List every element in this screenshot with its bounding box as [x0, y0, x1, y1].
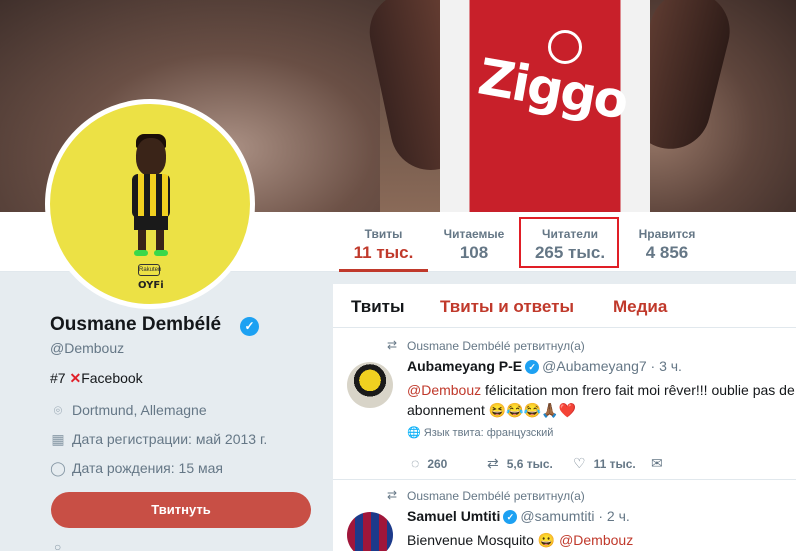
- verified-icon: ✓: [503, 510, 518, 524]
- nav-following-value: 108: [459, 243, 489, 262]
- tweet-author-screen: @Aubameyang7 · 3 ч.: [542, 358, 682, 374]
- avatar-figure-leg-left: [138, 230, 146, 252]
- avatar-figure-shorts: [134, 216, 168, 230]
- timeline-tabs: Твиты Твиты и ответы Медиа: [333, 284, 796, 328]
- tab-media[interactable]: Медиа: [613, 297, 667, 317]
- avatar-figure-shoe-right: [154, 250, 168, 256]
- retweet-icon: ⇄: [387, 488, 398, 502]
- tweet-language-text: Язык твита: французский: [423, 427, 554, 439]
- nav-likes-label: Нравится: [638, 227, 696, 241]
- nav-tweets-value: 11 тыс.: [353, 243, 414, 262]
- tweet-author-name: Samuel Umtiti: [407, 508, 501, 524]
- profile-handle[interactable]: @Dembouz: [50, 340, 124, 356]
- nav-likes-value: 4 856: [645, 243, 689, 262]
- nav-tweets-label: Твиты: [364, 227, 403, 241]
- tweet-author[interactable]: Samuel Umtiti ✓ @samumtiti · 2 ч.: [407, 508, 630, 524]
- tweet-text-line2: abonnement 😆😂😂🙏🏾❤️: [407, 402, 576, 418]
- balloon-icon: ◯: [50, 460, 66, 476]
- direct-message-button[interactable]: ✉: [651, 455, 671, 472]
- tweet-item[interactable]: ⇄ Ousmane Dembélé ретвитнул(а) Aubameyan…: [333, 328, 796, 478]
- tweet-language[interactable]: 🌐 Язык твита: французский: [407, 426, 553, 439]
- avatar-figure-head: [136, 138, 166, 176]
- tweet-author-avatar[interactable]: [347, 512, 393, 551]
- tweet-to-button[interactable]: Твитнуть: [51, 492, 311, 528]
- tweet-text: Bienvenue Mosquito 😀 @Dembouz: [407, 530, 633, 550]
- reply-icon: ◌: [411, 455, 420, 471]
- calendar-icon: ▦: [51, 431, 65, 447]
- verified-icon: ✓: [240, 317, 259, 336]
- more-meta-icon: ○: [54, 540, 62, 551]
- birthday-text: Дата рождения: 15 мая: [72, 460, 223, 476]
- nav-following-label: Читаемые: [443, 227, 505, 241]
- reply-button[interactable]: ◌ 260: [411, 455, 447, 471]
- retweet-line[interactable]: Ousmane Dembélé ретвитнул(а): [407, 339, 585, 353]
- location-text: Dortmund, Allemagne: [72, 402, 207, 418]
- avatar-figure-shoe-left: [134, 250, 148, 256]
- location-icon: ⌾: [53, 402, 63, 418]
- avatar-figure-jersey: [132, 174, 170, 218]
- profile-avatar[interactable]: Rakuten OYFi: [45, 99, 255, 309]
- profile-location: ⌾ Dortmund, Allemagne: [50, 402, 207, 419]
- heart-icon: ♡: [573, 455, 586, 471]
- tweet-author[interactable]: Aubameyang P-E ✓ @Aubameyang7 · 3 ч.: [407, 358, 682, 374]
- followers-highlight-box: [519, 217, 619, 268]
- like-count: 11 тыс.: [593, 457, 636, 471]
- avatar-figure-leg-right: [156, 230, 164, 252]
- tweet-mention[interactable]: @Dembouz: [559, 532, 633, 548]
- reply-count: 260: [427, 457, 448, 471]
- tab-tweets[interactable]: Твиты: [351, 297, 404, 317]
- retweet-count: 5,6 тыс.: [506, 457, 553, 471]
- timeline: Твиты Твиты и ответы Медиа ⇄ Ousmane Dem…: [333, 284, 796, 551]
- profile-name: Ousmane Dembélé: [50, 314, 222, 335]
- bio-prefix: #7: [50, 370, 70, 386]
- retweet-button[interactable]: ⇄ 5,6 тыс.: [487, 455, 553, 472]
- profile-birthday: ◯ Дата рождения: 15 мая: [50, 460, 223, 477]
- tweet-author-name: Aubameyang P-E: [407, 358, 523, 374]
- tweet-author-avatar[interactable]: [347, 362, 393, 408]
- tweet-mention[interactable]: @Dembouz: [407, 382, 481, 398]
- tab-tweets-replies[interactable]: Твиты и ответы: [440, 297, 574, 317]
- tweet-item[interactable]: ⇄ Ousmane Dembélé ретвитнул(а) Samuel Um…: [333, 480, 796, 551]
- tweet-text: @Dembouz félicitation mon frero fait moi…: [407, 380, 795, 400]
- joined-text: Дата регистрации: май 2013 г.: [72, 431, 268, 447]
- tweet-text-line1: félicitation mon frero fait moi rêver!!!…: [481, 382, 795, 398]
- profile-joined: ▦ Дата регистрации: май 2013 г.: [50, 431, 267, 448]
- like-button[interactable]: ♡ 11 тыс.: [573, 455, 636, 472]
- profile-bio: #7 ✕Facebook: [50, 370, 143, 387]
- nav-likes[interactable]: Нравится 4 856: [628, 212, 706, 272]
- nav-following[interactable]: Читаемые 108: [434, 212, 514, 272]
- tweet-author-screen: @samumtiti · 2 ч.: [520, 508, 630, 524]
- nav-tweets[interactable]: Твиты 11 тыс.: [339, 212, 428, 272]
- avatar-logo-small: Rakuten: [138, 264, 161, 276]
- globe-icon: 🌐: [407, 427, 421, 439]
- retweet-icon: ⇄: [387, 338, 398, 352]
- tweet-text-body: Bienvenue Mosquito 😀: [407, 532, 560, 548]
- verified-icon: ✓: [525, 360, 540, 374]
- envelope-icon: ✉: [651, 455, 663, 471]
- bio-suffix: Facebook: [81, 370, 143, 386]
- retweet-line[interactable]: Ousmane Dembélé ретвитнул(а): [407, 489, 585, 503]
- avatar-logo-text: OYFi: [138, 280, 164, 291]
- retweet-icon: ⇄: [487, 455, 499, 471]
- cross-mark-icon: ✕: [69, 370, 82, 386]
